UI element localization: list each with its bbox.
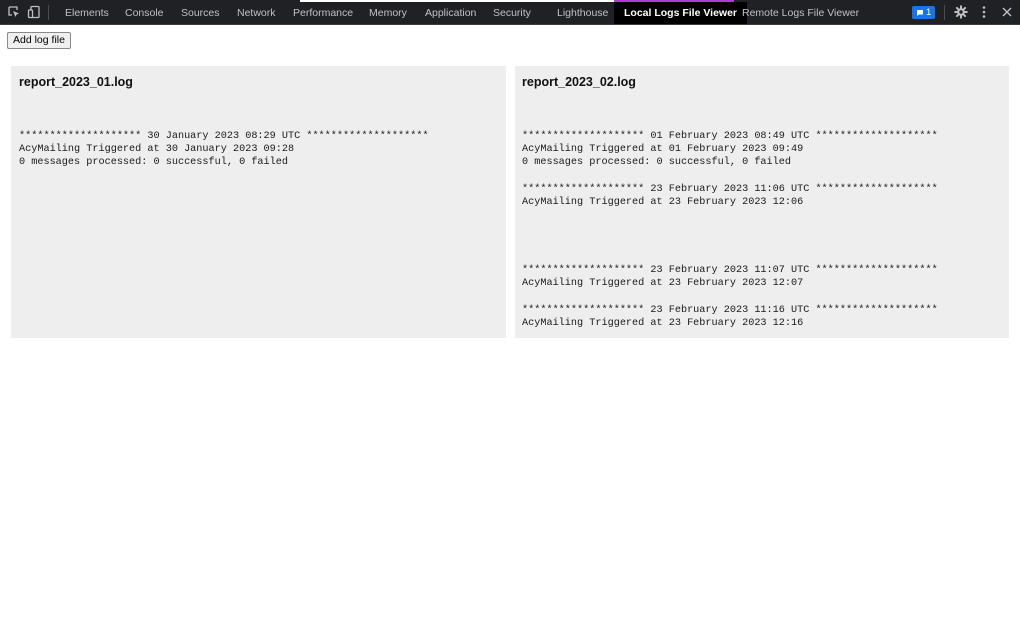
log-line: 0 messages processed: 0 successful, 0 fa…	[522, 157, 791, 168]
more-options-icon[interactable]	[977, 5, 991, 19]
log-file-title: report_2023_02.log	[522, 75, 636, 89]
toolbar-divider	[48, 5, 49, 20]
log-line: AcyMailing Triggered at 23 February 2023…	[522, 318, 804, 329]
log-panel: report_2023_02.log ******************** …	[515, 66, 1009, 338]
log-file-title: report_2023_01.log	[19, 75, 133, 89]
tab-console[interactable]: Console	[125, 2, 164, 24]
issues-count: 1	[926, 7, 932, 18]
tab-remote-logs-file-viewer[interactable]: Remote Logs File Viewer	[742, 2, 859, 24]
settings-gear-icon[interactable]	[954, 5, 968, 19]
issues-counter[interactable]: 1	[912, 6, 936, 19]
device-toolbar-icon[interactable]	[27, 5, 41, 19]
log-line: AcyMailing Triggered at 23 February 2023…	[522, 278, 804, 289]
tab-performance[interactable]: Performance	[293, 2, 353, 24]
log-line: AcyMailing Triggered at 23 February 2023…	[522, 197, 804, 208]
log-line: ******************** 23 February 2023 11…	[522, 265, 938, 276]
tab-elements[interactable]: Elements	[65, 2, 109, 24]
log-line: AcyMailing Triggered at 01 February 2023…	[522, 144, 804, 155]
tab-network[interactable]: Network	[237, 2, 276, 24]
tab-lighthouse[interactable]: Lighthouse	[557, 2, 608, 24]
add-log-file-button[interactable]: Add log file	[7, 32, 71, 49]
tab-memory[interactable]: Memory	[369, 2, 407, 24]
log-line: ******************** 30 January 2023 08:…	[19, 131, 429, 142]
toolbar-divider	[944, 5, 945, 20]
devtools-tab-bar: Elements Console Sources Network Perform…	[0, 0, 1020, 25]
log-line: ******************** 23 February 2023 11…	[522, 305, 938, 316]
tab-local-logs-file-viewer[interactable]: Local Logs File Viewer	[614, 2, 748, 24]
tab-application[interactable]: Application	[425, 2, 476, 24]
issues-icon	[917, 9, 923, 16]
tab-security[interactable]: Security	[493, 2, 531, 24]
log-line: ******************** 01 February 2023 08…	[522, 131, 938, 142]
log-panel: report_2023_01.log ******************** …	[11, 66, 506, 338]
log-line: AcyMailing Triggered at 30 January 2023 …	[19, 144, 295, 155]
log-line: 0 messages processed: 0 successful, 0 fa…	[19, 157, 288, 168]
tab-sources[interactable]: Sources	[181, 2, 220, 24]
inspect-element-icon[interactable]	[7, 5, 21, 19]
close-icon[interactable]	[1000, 5, 1014, 19]
log-line: ******************** 23 February 2023 11…	[522, 184, 938, 195]
